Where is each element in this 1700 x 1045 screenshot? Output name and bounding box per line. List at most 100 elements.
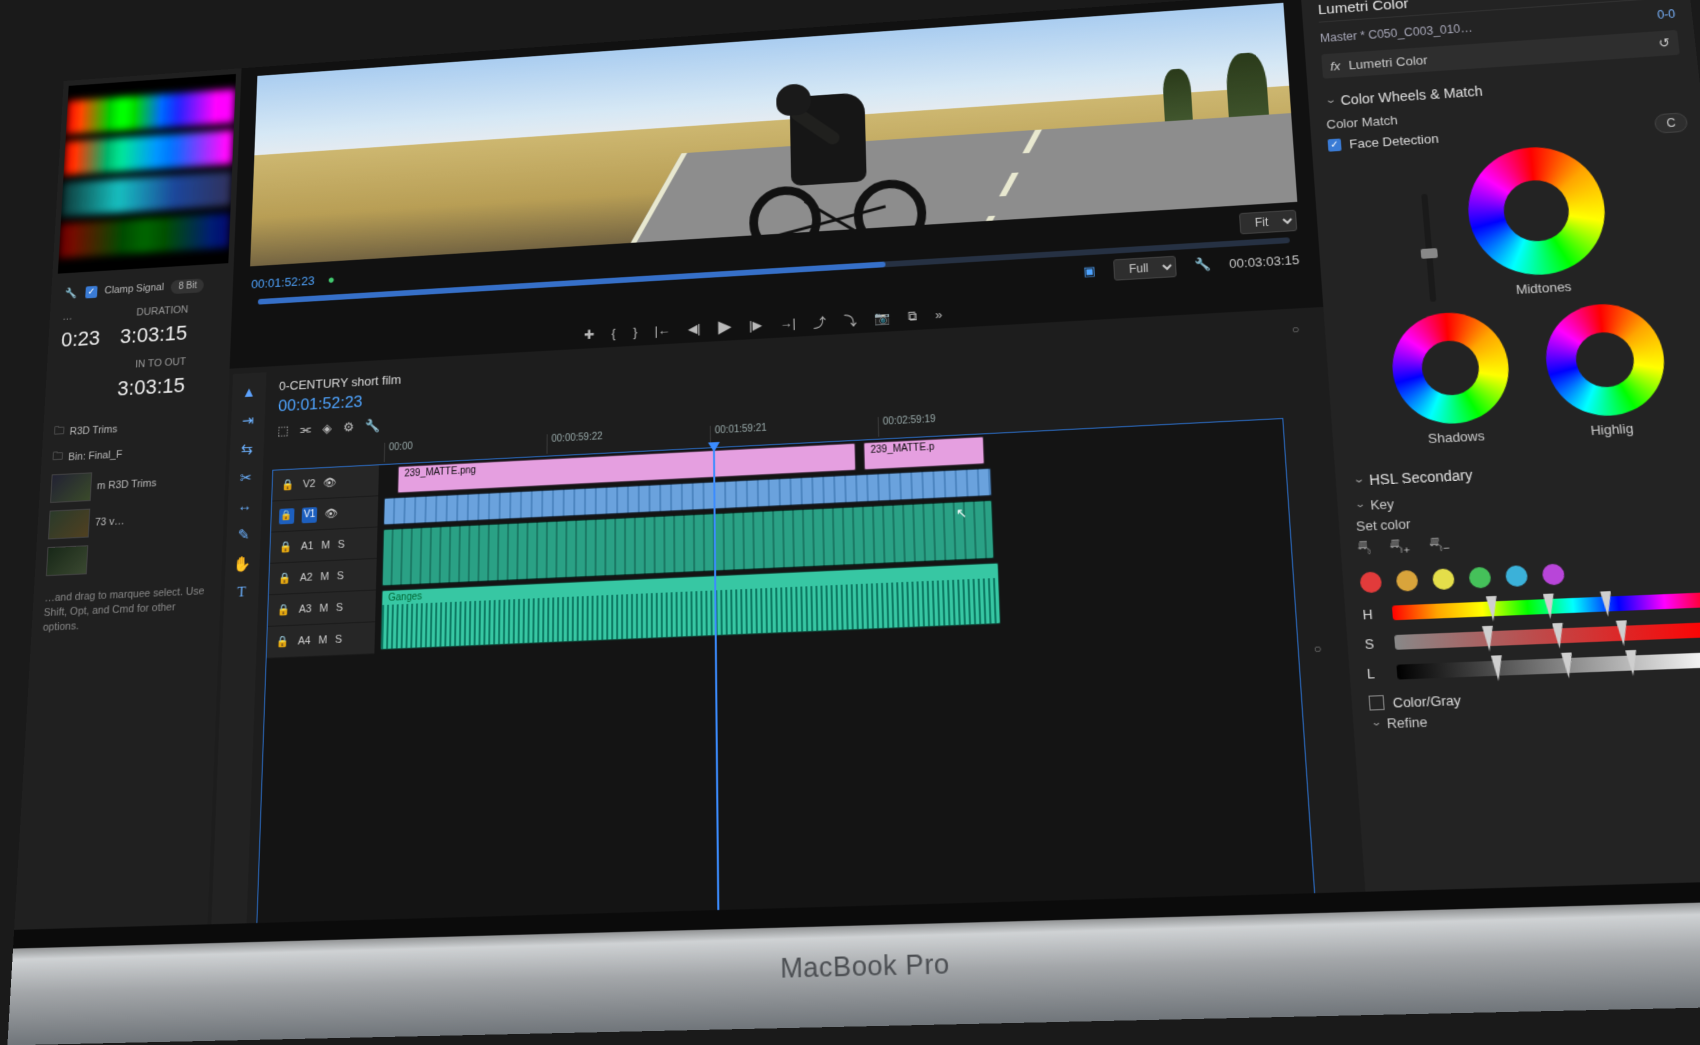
s-range-slider[interactable] [1394, 622, 1700, 650]
track-head-a4[interactable]: 🔒A4MS [267, 622, 376, 658]
swatch[interactable] [1432, 568, 1455, 590]
go-out-icon[interactable]: →| [780, 316, 796, 331]
center-column: 00:01:52:23 ● Fit ▣ Full 🔧 00:03:03:15 ✚… [203, 0, 1374, 1041]
scroll-up-icon[interactable]: ○ [1291, 321, 1315, 336]
resolution-select[interactable]: Full [1113, 256, 1177, 281]
clip-v2b[interactable]: 239_MATTE.p [863, 436, 984, 470]
lift-icon[interactable]: ⤴ [813, 312, 826, 331]
go-in-icon[interactable]: |← [655, 323, 671, 338]
settings-icon[interactable]: ⚙ [343, 420, 354, 436]
clamp-checkbox[interactable]: ✓ [85, 285, 97, 298]
wheel-label-midtones: Midtones [1515, 279, 1572, 297]
track-select-tool-icon[interactable]: ⇥ [242, 412, 254, 430]
mark-out-icon[interactable]: } [633, 325, 637, 340]
clip-label: Ganges [388, 591, 422, 603]
eyedropper-add-icon[interactable]: 𓄪₊ [1389, 536, 1411, 559]
pen-tool-icon[interactable]: ✎ [237, 526, 250, 544]
more-controls-icon[interactable]: » [935, 307, 943, 322]
snap-icon[interactable]: ⬚ [277, 423, 289, 439]
source-tc: 0:23 [61, 326, 101, 352]
cursor-arrow-icon: ↖ [956, 505, 968, 522]
hand-tool-icon[interactable]: ✋ [233, 555, 251, 573]
colorgray-checkbox[interactable] [1369, 695, 1385, 711]
bin-label: m R3D Trims [97, 478, 157, 492]
ruler-tick: 00:02:59:19 [878, 414, 936, 437]
clip-thumbnail [46, 545, 88, 576]
colorgray-label: Color/Gray [1392, 692, 1461, 711]
zoom-select[interactable]: Fit [1239, 210, 1297, 235]
fx-badge-icon: fx [1330, 58, 1341, 73]
sync-indicator-icon: ● [327, 272, 335, 286]
swatch[interactable] [1505, 565, 1528, 587]
program-monitor: 00:01:52:23 ● Fit ▣ Full 🔧 00:03:03:15 ✚… [230, 0, 1324, 369]
bin-label: R3D Trims [69, 423, 117, 437]
clip-thumbnail [50, 472, 92, 503]
program-tc[interactable]: 00:01:52:23 [251, 273, 315, 291]
wrench-icon[interactable]: 🔧 [1194, 257, 1211, 273]
face-detection-checkbox[interactable]: ✓ [1327, 138, 1341, 151]
add-marker-icon[interactable]: ✚ [584, 327, 594, 343]
duration-label: DURATION [136, 304, 188, 318]
h-label: H [1362, 606, 1378, 622]
wrench-icon[interactable]: 🔧 [63, 285, 78, 301]
bin-label: 73 v… [95, 516, 125, 529]
bitdepth-pill[interactable]: 8 Bit [171, 278, 204, 294]
fx-name: Lumetri Color [1348, 52, 1428, 71]
track-head-a1[interactable]: 🔒A1MS [270, 527, 378, 563]
wheel-midtones[interactable] [1463, 143, 1611, 278]
duration-value: 3:03:15 [119, 321, 187, 349]
source-tc-label: … [62, 311, 73, 323]
eyedropper-sub-icon[interactable]: 𓄪₋ [1429, 534, 1451, 557]
panel-title[interactable]: Lumetri Color [1317, 0, 1409, 18]
play-icon[interactable]: ▶ [718, 316, 732, 337]
lumetri-scopes[interactable] [58, 74, 236, 274]
ruler-tick: 00:01:59:21 [710, 423, 767, 446]
track-head-a3[interactable]: 🔒A3MS [268, 590, 376, 626]
master-clip-path: Master * C050_C003_010… [1320, 21, 1473, 45]
comparison-icon[interactable]: ⧉ [908, 308, 918, 324]
marker-icon[interactable]: ◈ [322, 421, 332, 437]
folder-icon: 🗀 [52, 448, 63, 467]
eyedropper-icon[interactable]: 𓄪 [1357, 538, 1372, 560]
type-tool-icon[interactable]: T [237, 585, 246, 602]
slip-tool-icon[interactable]: ↔ [237, 498, 252, 515]
l-range-slider[interactable] [1396, 652, 1700, 679]
s-label: S [1364, 635, 1380, 651]
step-forward-icon[interactable]: |▶ [749, 317, 762, 333]
swatch[interactable] [1468, 567, 1491, 589]
luma-slider[interactable] [1421, 194, 1436, 302]
clip-label: 239_MATTE.p [870, 442, 934, 456]
export-frame-icon[interactable]: 📷 [874, 310, 890, 326]
track-head-v1[interactable]: 🔒V1👁 [271, 496, 378, 532]
apply-match-button[interactable]: C [1654, 112, 1688, 133]
wrench-icon[interactable]: 🔧 [365, 418, 381, 434]
extract-icon[interactable]: ⤵ [844, 310, 857, 329]
ripple-tool-icon[interactable]: ⇆ [241, 440, 253, 458]
ruler-tick: 00:00 [384, 441, 413, 462]
inout-label: IN TO OUT [135, 356, 186, 370]
inout-value: 3:03:15 [117, 373, 186, 401]
left-column: 🔧 ✓ Clamp Signal 8 Bit … 0:23 DURATION 3… [7, 68, 241, 1045]
section-color-wheels: Color Wheels & Match Color Match ✓ Face … [1324, 64, 1700, 456]
bin-item[interactable] [40, 535, 217, 580]
wheel-shadows[interactable] [1388, 310, 1513, 427]
hardware-badge: MacBook Pro [780, 947, 950, 985]
razor-tool-icon[interactable]: ✂ [240, 469, 252, 487]
swatch[interactable] [1542, 564, 1566, 586]
help-tip: …and drag to marquee select. Use Shift, … [36, 576, 215, 643]
ruler-tick: 00:00:59:22 [547, 431, 603, 453]
safe-margins-icon[interactable]: ▣ [1083, 263, 1096, 279]
wheel-highlights[interactable] [1541, 301, 1669, 418]
track-head-a2[interactable]: 🔒A2MS [269, 559, 377, 595]
link-icon[interactable]: ⫘ [300, 422, 311, 438]
bin-list: 🗀 R3D Trims 🗀 Bin: Final_F m R3D Trims 7… [40, 411, 222, 581]
selection-tool-icon[interactable]: ▲ [242, 384, 256, 401]
swatch[interactable] [1359, 571, 1382, 593]
clip-label: 239_MATTE.png [404, 465, 476, 479]
folder-icon: 🗀 [54, 423, 65, 441]
scroll-dot-icon: ○ [1313, 641, 1337, 657]
swatch[interactable] [1396, 570, 1419, 592]
mark-in-icon[interactable]: { [612, 326, 616, 341]
step-back-icon[interactable]: ◀| [688, 321, 701, 337]
reset-icon[interactable]: ↺ [1658, 35, 1671, 51]
